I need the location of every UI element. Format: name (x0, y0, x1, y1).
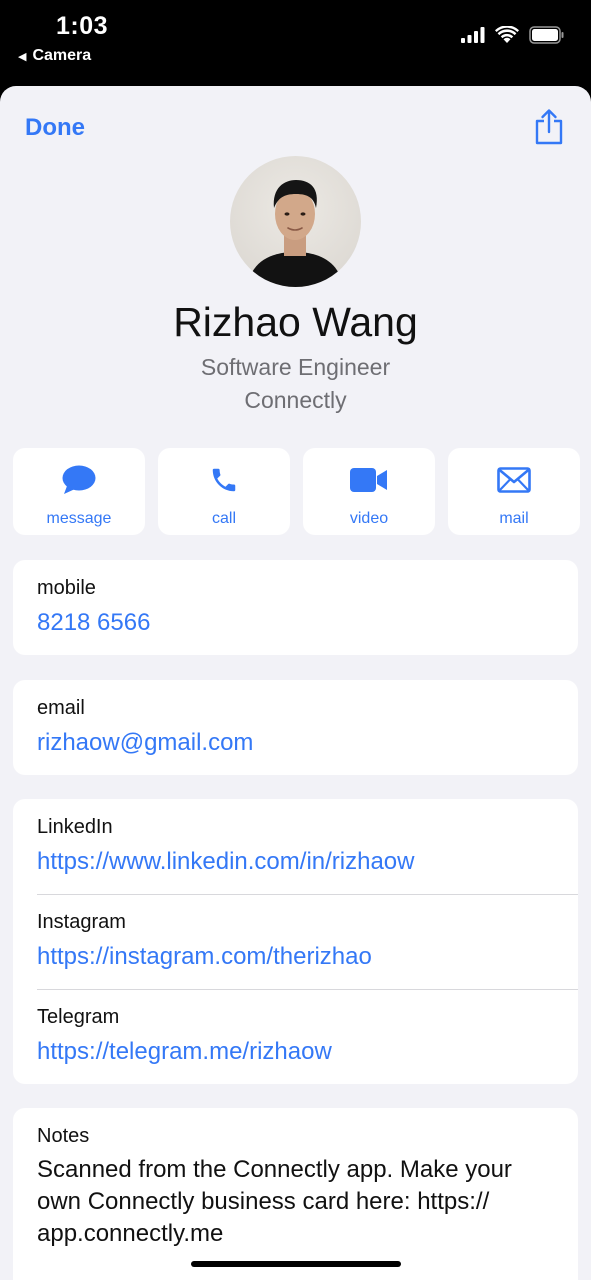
message-icon (62, 465, 96, 494)
mobile-row[interactable]: mobile 8218 6566 (13, 560, 578, 637)
company-name: Connectly (244, 387, 347, 413)
done-button[interactable]: Done (25, 114, 85, 142)
share-button[interactable] (533, 108, 565, 151)
linkedin-label: LinkedIn (37, 816, 113, 838)
instagram-label: Instagram (37, 911, 126, 933)
notes-label: Notes (37, 1125, 90, 1147)
mobile-label: mobile (37, 577, 96, 599)
video-icon (350, 468, 387, 492)
instagram-link[interactable]: https://instagram.com/therizhao (37, 943, 578, 971)
telegram-label: Telegram (37, 1006, 120, 1028)
avatar (230, 156, 361, 287)
notes-card: Notes Scanned from the Connectly app. Ma… (13, 1108, 578, 1280)
contact-screen: 1:03 ◀ Camera Done Rizhao Wang Software … (0, 0, 591, 1280)
share-icon (535, 109, 563, 145)
contact-name: Rizhao Wang (173, 299, 418, 345)
message-button-label: message (46, 510, 112, 527)
linkedin-link[interactable]: https://www.linkedin.com/in/rizhaow (37, 848, 578, 876)
status-bar: 1:03 ◀ Camera (0, 0, 591, 86)
mail-icon (497, 467, 531, 493)
back-triangle-icon: ◀ (18, 50, 27, 63)
status-time: 1:03 (56, 12, 109, 40)
mail-button[interactable]: mail (448, 448, 580, 535)
email-label: email (37, 697, 85, 719)
call-button-label: call (211, 510, 236, 527)
email-card: email rizhaow@gmail.com (13, 680, 578, 775)
avatar-person-icon (248, 180, 343, 287)
mobile-number-link[interactable]: 8218 6566 (37, 609, 578, 637)
linkedin-row[interactable]: LinkedIn https://www.linkedin.com/in/riz… (13, 799, 578, 894)
mail-button-label: mail (499, 510, 529, 527)
wifi-icon (495, 26, 519, 43)
telegram-link[interactable]: https://telegram.me/rizhaow (37, 1038, 578, 1066)
quick-actions: message call video mail (13, 448, 580, 535)
video-button-label: video (349, 510, 389, 527)
cellular-signal-icon (461, 27, 485, 43)
phone-icon (212, 468, 236, 492)
call-button[interactable]: call (158, 448, 290, 535)
back-to-app-link[interactable]: ◀ Camera (18, 47, 91, 65)
instagram-row[interactable]: Instagram https://instagram.com/therizha… (13, 894, 578, 989)
links-card: LinkedIn https://www.linkedin.com/in/riz… (13, 799, 578, 1084)
home-indicator[interactable] (191, 1261, 401, 1267)
status-icons (461, 26, 565, 44)
email-row[interactable]: email rizhaow@gmail.com (13, 680, 578, 757)
back-app-label: Camera (32, 47, 92, 64)
video-button[interactable]: video (303, 448, 435, 535)
email-link[interactable]: rizhaow@gmail.com (37, 729, 578, 757)
mobile-card: mobile 8218 6566 (13, 560, 578, 655)
notes-line-1: Scanned from the Connectly app. Make you… (37, 1156, 512, 1183)
job-title: Software Engineer (200, 354, 391, 380)
telegram-row[interactable]: Telegram https://telegram.me/rizhaow (13, 989, 578, 1084)
message-button[interactable]: message (13, 448, 145, 535)
battery-icon (529, 26, 564, 44)
notes-row[interactable]: Notes Scanned from the Connectly app. Ma… (13, 1108, 578, 1250)
contact-card-sheet: Done Rizhao Wang Software Engineer Conne… (0, 86, 591, 1280)
notes-line-3: app.connectly.me (37, 1220, 224, 1247)
notes-text: Scanned from the Connectly app. Make you… (37, 1154, 578, 1250)
notes-line-2: own Connectly business card here: https:… (37, 1188, 490, 1215)
